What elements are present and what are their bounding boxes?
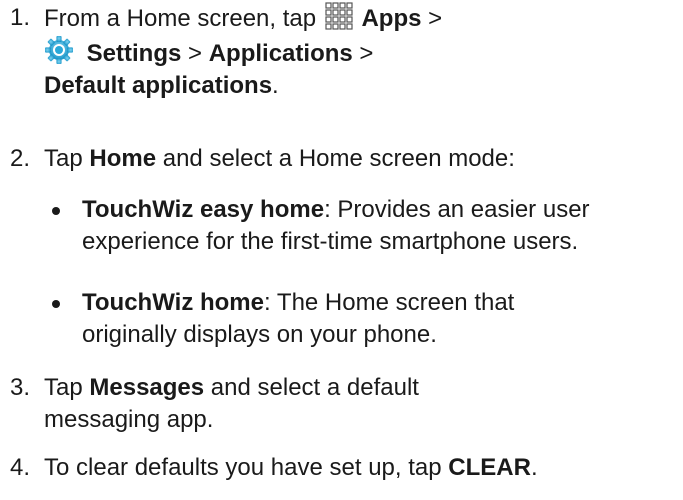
step-tap: Tap <box>44 145 83 172</box>
bullet-line-1: TouchWiz easy home: Provides an easier u… <box>82 194 682 226</box>
step-3-line-2: messaging app. <box>44 406 214 433</box>
bullet-text: TouchWiz easy home: Provides an easier u… <box>82 194 682 258</box>
messages-label: Messages <box>89 374 205 401</box>
separator: > <box>428 5 443 32</box>
step-rest: and select a Home screen mode: <box>162 145 515 172</box>
clear-label: CLEAR <box>448 454 531 481</box>
step-text: Tap Home and select a Home screen mode: <box>44 143 674 175</box>
bullet-line-2: experience for the first-time smartphone… <box>82 228 579 255</box>
bullet-line-2: originally displays on your phone. <box>82 321 437 348</box>
apps-label: Apps <box>361 5 422 32</box>
bullet-term: TouchWiz easy home <box>82 196 325 223</box>
bullet-desc: : The Home screen that <box>264 289 515 316</box>
step-1-line-3: Default applications. <box>44 70 674 102</box>
step-3-line-1: Tap Messages and select a default <box>44 372 674 404</box>
step-rest: and select a default <box>210 374 419 401</box>
step-text: To clear defaults you have set up, tap C… <box>44 452 674 484</box>
bullet-dot <box>52 300 60 308</box>
step-text: From a Home screen, tap Apps > Settings … <box>44 2 674 102</box>
apps-grid-icon <box>325 2 353 30</box>
step-1-line-1: From a Home screen, tap Apps > <box>44 2 674 35</box>
step-intro: From a Home screen, tap <box>44 5 317 32</box>
separator: > <box>188 40 203 67</box>
period: . <box>530 454 538 481</box>
settings-label: Settings <box>86 40 182 67</box>
bullet-dot <box>52 207 60 215</box>
separator: > <box>359 40 374 67</box>
home-label: Home <box>89 145 157 172</box>
step-intro: To clear defaults you have set up, tap <box>44 454 442 481</box>
step-number: 3. <box>10 374 31 401</box>
step-number: 2. <box>10 145 31 172</box>
step-1-line-2: Settings > Applications > <box>44 35 674 70</box>
applications-label: Applications <box>208 40 353 67</box>
step-tap: Tap <box>44 374 83 401</box>
step-number: 4. <box>10 454 31 481</box>
step-text: Tap Messages and select a default messag… <box>44 372 674 436</box>
bullet-term: TouchWiz home <box>82 289 264 316</box>
step-number: 1. <box>10 4 31 31</box>
period: . <box>272 72 279 99</box>
settings-gear-icon <box>44 35 74 65</box>
default-applications-label: Default applications <box>44 72 273 99</box>
bullet-line-1: TouchWiz home: The Home screen that <box>82 287 682 319</box>
bullet-desc: : Provides an easier user <box>324 196 590 223</box>
bullet-text: TouchWiz home: The Home screen that orig… <box>82 287 682 351</box>
